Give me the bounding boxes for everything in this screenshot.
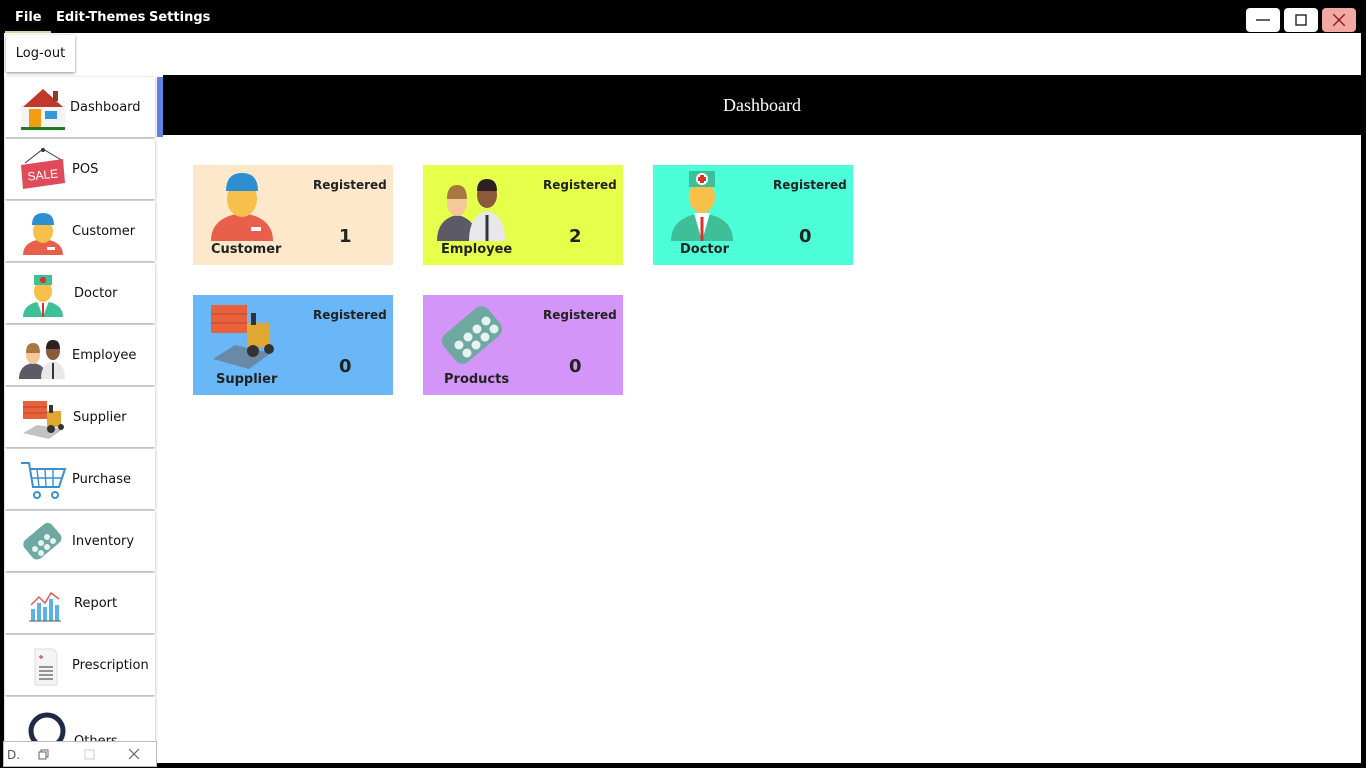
doctor-icon [23,275,63,317]
sale-tag-icon: SALE [21,148,65,189]
menu-bar: File Edit-Themes Settings [0,0,1366,33]
registered-label: Registered [313,308,387,322]
close-button[interactable] [1322,8,1356,32]
menu-file[interactable]: File [5,10,51,33]
page-title: Dashboard [723,94,801,115]
sidebar-item-report[interactable]: Report [5,573,155,633]
sidebar-item-customer[interactable]: Customer [5,201,155,261]
card-title: Doctor [680,242,729,257]
sidebar-item-label: Supplier [73,410,127,425]
registered-label: Registered [543,178,617,192]
minimized-window-title: D. [7,748,21,762]
employee-icon [437,179,505,241]
cart-icon [21,462,67,499]
sidebar-item-label: Prescription [72,658,149,673]
registered-label: Registered [773,178,847,192]
maximize-button[interactable] [1284,8,1318,32]
sidebar-item-purchase[interactable]: Purchase [5,449,155,509]
forklift-icon [211,305,274,369]
sidebar-item-label: POS [72,162,99,177]
sidebar-item-doctor[interactable]: Doctor [5,263,155,323]
minimize-icon [1256,19,1270,21]
prescription-icon [34,648,58,686]
card-supplier[interactable]: Registered 0 Supplier [193,295,393,395]
customer-icon [211,173,273,241]
registered-count: 0 [799,226,812,247]
minimized-window-bar[interactable]: D. [3,741,157,767]
chart-icon [29,591,61,622]
card-customer[interactable]: Registered 1 Customer [193,165,393,265]
card-employee[interactable]: Registered 2 Employee [423,165,623,265]
doctor-icon [671,171,733,241]
menu-settings[interactable]: Settings [149,10,210,25]
sidebar-item-label: Doctor [74,286,118,301]
card-title: Customer [211,242,282,257]
employee-icon [19,340,65,379]
sidebar-item-pos[interactable]: SALE POS [5,139,155,199]
card-doctor[interactable]: Registered 0 Doctor [653,165,853,265]
sidebar-item-dashboard[interactable]: Dashboard [5,77,163,137]
registered-count: 2 [569,226,582,247]
sidebar-item-label: Employee [72,348,137,363]
logout-button[interactable]: Log-out [6,35,75,72]
sidebar-item-inventory[interactable]: Inventory [5,511,155,571]
app-window: File Edit-Themes Settings Log-out Dashbo… [0,0,1366,768]
restore-icon[interactable] [38,749,50,761]
registered-count: 0 [569,356,582,377]
menu-edit-themes[interactable]: Edit-Themes [56,10,145,25]
sidebar-item-supplier[interactable]: Supplier [5,387,155,447]
registered-label: Registered [313,178,387,192]
registered-count: 1 [339,226,352,247]
maximize-icon[interactable] [84,749,96,761]
sidebar-item-label: Inventory [72,534,135,549]
minimize-button[interactable] [1246,8,1280,32]
card-title: Supplier [216,372,278,387]
sidebar-item-label: Customer [72,224,136,239]
maximize-icon [1295,14,1307,26]
sidebar-item-prescription[interactable]: Prescription [5,635,155,695]
customer-icon [23,213,63,255]
pills-icon [23,522,62,560]
sidebar: Dashboard SALE POS Customer Doctor Emplo… [3,75,164,767]
main-content: Log-out Dashboard SALE POS Customer Doct… [3,33,1361,767]
card-products[interactable]: Registered 0 Products [423,295,623,395]
card-title: Employee [441,242,513,257]
forklift-icon [23,401,64,439]
page-header: Dashboard [163,75,1361,135]
card-title: Products [444,372,510,387]
close-icon[interactable] [128,748,140,760]
house-icon [21,89,65,130]
close-icon [1333,14,1345,26]
sidebar-item-label: Purchase [72,472,132,487]
registered-count: 0 [339,356,352,377]
pills-icon [441,306,503,364]
sidebar-item-employee[interactable]: Employee [5,325,155,385]
registered-label: Registered [543,308,617,322]
sidebar-item-label: Report [74,596,118,611]
sidebar-item-label: Dashboard [70,100,141,115]
